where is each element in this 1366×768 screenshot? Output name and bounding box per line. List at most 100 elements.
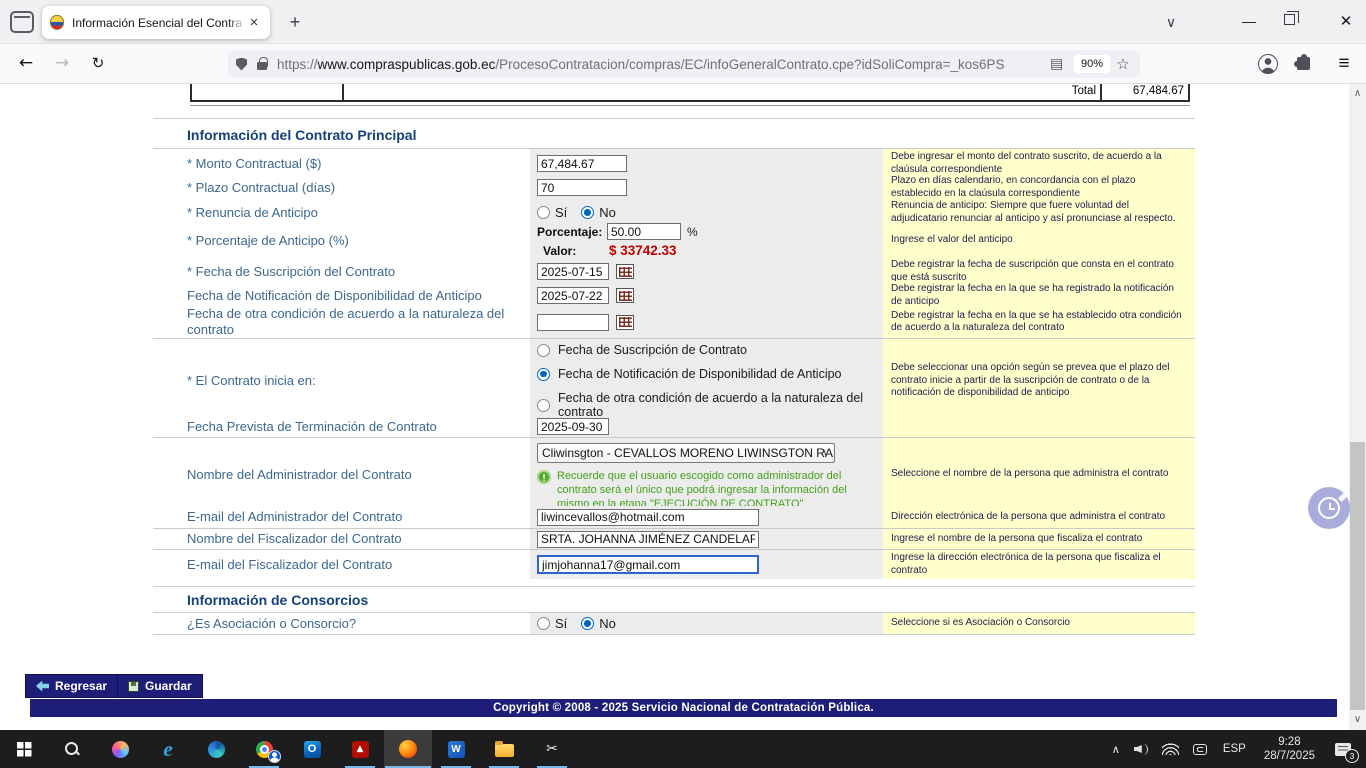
form-row-monto: * Monto Contractual ($) Debe ingresar el… bbox=[153, 148, 1195, 172]
tray-volume-button[interactable] bbox=[1129, 730, 1153, 768]
taskbar-outlook-button[interactable]: O bbox=[288, 730, 336, 768]
scrollbar-thumb[interactable] bbox=[1350, 442, 1365, 710]
email-administrador-input[interactable] bbox=[537, 509, 759, 526]
copyright-footer: Copyright © 2008 - 2025 Servicio Naciona… bbox=[30, 699, 1337, 717]
tracking-shield-icon[interactable] bbox=[236, 58, 247, 71]
tray-time: 9:28 bbox=[1278, 736, 1300, 748]
field-help: Dirección electrónica de la persona que … bbox=[883, 506, 1195, 528]
taskbar-edge-button[interactable] bbox=[192, 730, 240, 768]
fiscalizador-input[interactable] bbox=[537, 531, 759, 548]
regresar-button[interactable]: Regresar bbox=[25, 674, 118, 698]
extensions-puzzle-icon[interactable] bbox=[1297, 57, 1310, 70]
inicia-otra-condicion-radio[interactable] bbox=[537, 399, 550, 412]
new-tab-button[interactable]: + bbox=[282, 10, 308, 36]
tray-show-hidden-icons-button[interactable]: ∧ bbox=[1107, 730, 1125, 768]
page-scrollbar[interactable]: ∧ ∨ bbox=[1349, 84, 1366, 730]
tray-language-indicator[interactable]: ESP bbox=[1216, 730, 1253, 768]
taskbar-acrobat-button[interactable]: ▲ bbox=[336, 730, 384, 768]
inicia-suscripcion-radio[interactable] bbox=[537, 344, 550, 357]
plazo-contractual-input[interactable] bbox=[537, 179, 627, 196]
scroll-down-icon[interactable]: ∨ bbox=[1349, 712, 1366, 728]
page-content: Total 67,484.67 Información del Contrato… bbox=[0, 84, 1366, 730]
taskbar-start-button[interactable] bbox=[0, 730, 48, 768]
consorcio-no-radio[interactable] bbox=[581, 617, 594, 630]
consorcio-si-radio[interactable] bbox=[537, 617, 550, 630]
list-all-tabs-icon[interactable]: ∨ bbox=[1158, 10, 1184, 36]
window-restore-button[interactable] bbox=[1284, 14, 1295, 25]
reader-mode-icon[interactable]: ▤ bbox=[1050, 56, 1066, 72]
scissors-icon: ✂ bbox=[546, 741, 558, 758]
total-label: Total bbox=[342, 84, 1100, 100]
form-row-fecha-suscripcion: * Fecha de Suscripción del Contrato Debe… bbox=[153, 256, 1195, 280]
back-button[interactable]: ← bbox=[12, 51, 40, 77]
zoom-level-indicator[interactable]: 90% bbox=[1074, 55, 1110, 73]
taskbar-chrome-button[interactable] bbox=[240, 730, 288, 768]
acrobat-icon: ▲ bbox=[352, 741, 369, 758]
chrome-profile-badge-icon bbox=[268, 750, 281, 763]
inicia-notificacion-radio[interactable] bbox=[537, 368, 550, 381]
save-disk-icon bbox=[128, 681, 139, 692]
section-title-consorcios: Información de Consorcios bbox=[153, 586, 1195, 612]
browser-toolbar: ← → ↻ https://www.compraspublicas.gob.ec… bbox=[0, 44, 1366, 84]
radio-label-no: No bbox=[599, 205, 616, 220]
administrador-select[interactable]: Cliwinsgton - CEVALLOS MORENO LIWINSGTON… bbox=[537, 443, 835, 463]
rocket-spark-icon bbox=[1338, 493, 1347, 502]
firefox-view-icon[interactable] bbox=[10, 11, 34, 33]
scroll-up-icon[interactable]: ∧ bbox=[1349, 86, 1366, 102]
reload-button[interactable]: ↻ bbox=[84, 51, 112, 77]
info-green-icon: ! bbox=[537, 470, 551, 484]
internet-explorer-icon: e bbox=[163, 741, 172, 758]
fecha-prevista-input[interactable] bbox=[537, 418, 609, 435]
fecha-otra-condicion-input[interactable] bbox=[537, 314, 609, 331]
form-row-contrato-inicia: * El Contrato inicia en: Fecha de Suscri… bbox=[153, 338, 1195, 415]
percent-sign: % bbox=[687, 225, 698, 239]
bookmark-star-icon[interactable]: ☆ bbox=[1114, 55, 1132, 73]
totals-table-row: Total 67,484.67 bbox=[190, 84, 1190, 102]
porcentaje-anticipo-input[interactable] bbox=[607, 223, 681, 240]
windows-logo-icon bbox=[17, 742, 32, 757]
monto-contractual-input[interactable] bbox=[537, 155, 627, 172]
tray-network-button[interactable] bbox=[1157, 730, 1184, 768]
taskbar-file-explorer-button[interactable] bbox=[480, 730, 528, 768]
taskbar-firefox-button[interactable] bbox=[384, 730, 432, 768]
field-label: * El Contrato inicia en: bbox=[153, 339, 530, 423]
calendar-icon[interactable] bbox=[616, 264, 634, 279]
tab-title: Información Esencial del Contra bbox=[72, 16, 246, 30]
fecha-suscripcion-input[interactable] bbox=[537, 263, 609, 280]
table-bottom-rule bbox=[190, 105, 1190, 106]
word-icon: W bbox=[448, 741, 465, 758]
taskbar-snipping-tool-button[interactable]: ✂ bbox=[528, 730, 576, 768]
taskbar-search-button[interactable] bbox=[48, 730, 96, 768]
account-icon[interactable] bbox=[1258, 54, 1278, 74]
renuncia-si-radio[interactable] bbox=[537, 206, 550, 219]
tray-notifications-button[interactable]: 3 bbox=[1326, 730, 1360, 768]
renuncia-no-radio[interactable] bbox=[581, 206, 594, 219]
edge-icon bbox=[208, 741, 225, 758]
window-minimize-button[interactable]: — bbox=[1232, 8, 1266, 36]
contract-form: Información del Contrato Principal * Mon… bbox=[153, 118, 1195, 635]
radio-label-si: Sí bbox=[555, 616, 567, 631]
windows-taskbar: e O ▲ W ✂ ∧ ESP 9:2828/7/2025 3 bbox=[0, 730, 1366, 768]
lock-icon[interactable] bbox=[256, 57, 268, 71]
option-label: Fecha de Suscripción de Contrato bbox=[558, 343, 747, 357]
taskbar-word-button[interactable]: W bbox=[432, 730, 480, 768]
browser-tab[interactable]: Información Esencial del Contra × bbox=[42, 6, 270, 39]
tray-clock[interactable]: 9:2828/7/2025 bbox=[1257, 730, 1322, 768]
calendar-icon[interactable] bbox=[616, 315, 634, 330]
site-favicon-icon bbox=[50, 15, 64, 30]
calendar-icon[interactable] bbox=[616, 288, 634, 303]
guardar-button[interactable]: Guardar bbox=[117, 674, 203, 698]
firefox-icon bbox=[399, 740, 417, 758]
taskbar-copilot-button[interactable] bbox=[96, 730, 144, 768]
menu-hamburger-icon[interactable]: ≡ bbox=[1330, 50, 1358, 78]
email-fiscalizador-input[interactable] bbox=[537, 555, 759, 574]
select-arrow-icon: ∨ bbox=[822, 446, 830, 459]
taskbar-internet-explorer-button[interactable]: e bbox=[144, 730, 192, 768]
tab-close-icon[interactable]: × bbox=[246, 15, 262, 31]
window-close-button[interactable]: ✕ bbox=[1330, 8, 1362, 36]
clock-icon bbox=[1318, 497, 1340, 519]
tray-display-button[interactable] bbox=[1188, 730, 1212, 768]
fecha-notificacion-input[interactable] bbox=[537, 287, 609, 304]
floating-timer-widget[interactable] bbox=[1308, 487, 1350, 529]
address-bar[interactable]: https://www.compraspublicas.gob.ec/Proce… bbox=[228, 50, 1140, 78]
